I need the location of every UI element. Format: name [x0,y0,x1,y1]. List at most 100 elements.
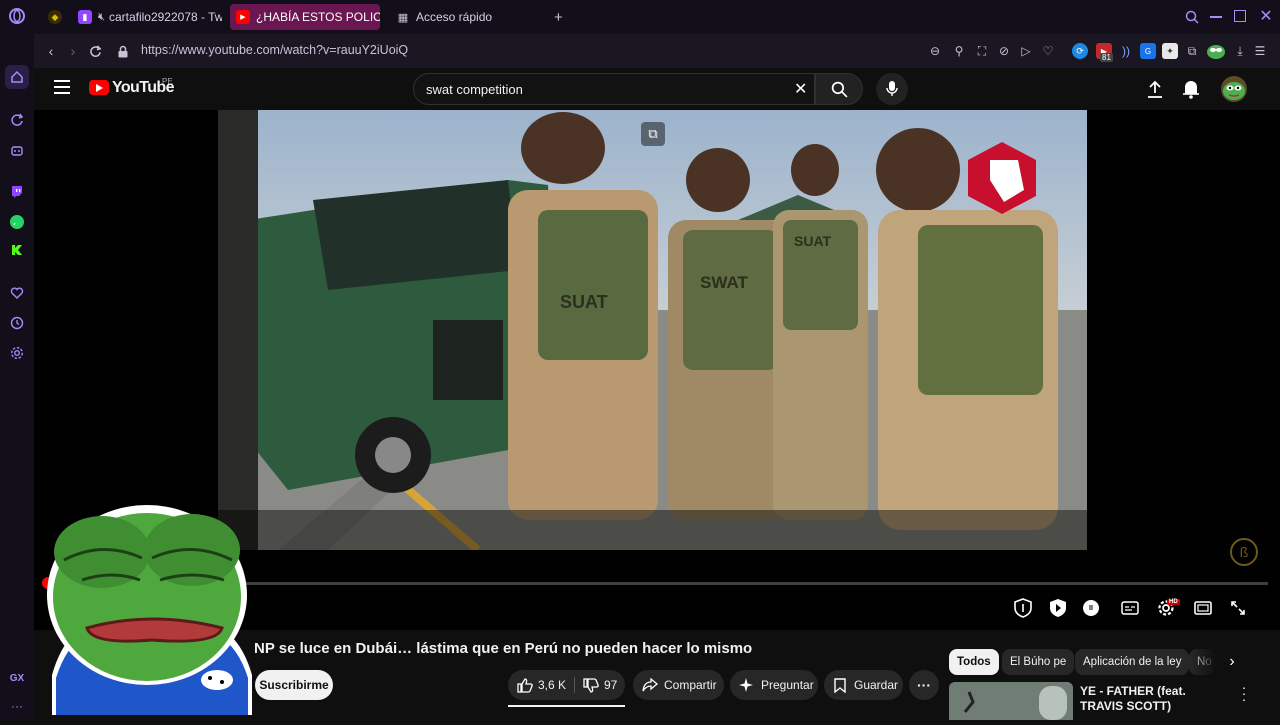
heart-icon[interactable] [7,283,27,303]
pepe-face-icon [47,505,252,715]
youtube-logo-icon[interactable] [89,80,109,95]
translate-icon[interactable]: G [1140,43,1156,59]
sponsor-block-icon[interactable] [1012,597,1034,619]
share-icon [642,678,658,692]
shield-play-icon[interactable] [1047,597,1069,619]
history-icon[interactable] [7,313,27,333]
minimize-button[interactable] [1210,16,1222,18]
pepe-profile-icon[interactable] [1206,42,1226,60]
bookmark-heart-icon[interactable]: ♡ [1040,43,1056,59]
fullscreen-icon[interactable] [1227,597,1249,619]
sparkle-icon [739,678,753,692]
download-icon[interactable]: ⤓ [1232,43,1248,59]
gx-corner-icon[interactable]: ◆ [42,4,66,30]
channel-watermark-icon[interactable]: ß [1230,538,1258,566]
microphone-icon [886,81,898,96]
tab-youtube-active[interactable]: ▶ ¿HABÍA ESTOS POLICÍAS [230,4,380,30]
like-button[interactable]: 3,6 K [508,670,574,700]
dislike-button[interactable]: 97 [575,670,625,700]
bookmark-icon [834,677,846,693]
ai-assistant-icon[interactable] [7,140,27,160]
kick-icon[interactable] [7,240,27,260]
search-tabs-icon[interactable] [1184,9,1200,25]
more-icon[interactable]: ··· [7,696,27,716]
extension-blue-icon[interactable]: ⟳ [1072,43,1088,59]
picture-in-picture-icon[interactable]: ⧉ [641,122,665,146]
video-scene-image: SUAT SWAT SUAT [218,110,1087,550]
voice-search-button[interactable] [876,73,908,105]
tab-label: ¿HABÍA ESTOS POLICÍAS [256,10,380,24]
address-bar: ‹ › https://www.youtube.com/watch?v=rauu… [34,34,1280,68]
home-icon[interactable] [5,65,29,89]
ask-label: Preguntar [761,678,814,692]
chip-todos[interactable]: Todos [949,649,999,675]
tab-label: cartafilo2922078 - Twi [108,10,222,24]
youtube-header: YouTube PE swat competition ✕ [34,68,1280,110]
browser-sidebar: GX ··· [0,0,34,720]
like-count: 3,6 K [538,678,567,692]
pin-icon[interactable]: ⚲ [951,43,967,59]
maximize-button[interactable] [1234,10,1246,22]
extension-badge: 81 [1100,53,1113,62]
avatar[interactable] [1221,76,1247,102]
back-icon[interactable]: ‹ [42,42,60,60]
speaker-muted-icon[interactable]: 🔇︎ [98,11,105,24]
grid-icon: ▦ [397,11,409,24]
ask-button[interactable]: Preguntar [730,670,818,700]
search-query: swat competition [426,82,523,97]
url-field[interactable]: https://www.youtube.com/watch?v=rauuY2iU… [141,43,408,57]
gx-corner-label[interactable]: GX [7,668,27,688]
tab-speed-dial[interactable]: ▦ Acceso rápido [390,4,540,30]
recommended-title[interactable]: YE - FATHER (feat. TRAVIS SCOTT) [1080,684,1220,714]
close-window-button[interactable]: ✕ [1256,6,1276,26]
tab-twitch[interactable]: ▮ 🔇︎ cartafilo2922078 - Twi [72,4,222,30]
lock-icon[interactable] [114,42,132,60]
clear-search-icon[interactable]: ✕ [794,79,807,99]
tab-bar: ◆ ▮ 🔇︎ cartafilo2922078 - Twi ▶ ¿HABÍA E… [34,0,1280,34]
opera-logo-icon[interactable] [7,6,27,26]
chip-el-buho[interactable]: El Búho pe [1002,649,1075,675]
ad-block-icon[interactable]: ⊘ [996,43,1012,59]
theater-mode-icon[interactable] [1192,597,1214,619]
like-ratio-bar [508,705,625,707]
autoplay-toggle[interactable]: II [1080,597,1102,619]
share-button[interactable]: Compartir [633,670,724,700]
chips-next-icon[interactable]: › [1224,654,1240,670]
subscribe-button[interactable]: Suscribirme [255,670,333,700]
save-button[interactable]: Guardar [824,670,903,700]
extensions-puzzle-icon[interactable]: ⧉ [1184,43,1200,59]
guide-menu-icon[interactable] [54,80,70,94]
subtitles-icon[interactable] [1119,597,1141,619]
reload-icon[interactable] [86,42,104,60]
recommended-thumbnail[interactable] [949,682,1073,720]
chips-fade [1190,649,1250,675]
browser-menu-icon[interactable]: ☰ [1252,43,1268,59]
player-icon[interactable]: ▷ [1018,43,1034,59]
notifications-bell-icon[interactable] [1182,79,1200,99]
snapshot-icon[interactable]: ⛶ [974,43,990,59]
share-label: Compartir [664,678,717,692]
chip-ley[interactable]: Aplicación de la ley [1075,649,1190,675]
game-icon: ◆ [48,10,62,24]
audio-extension-icon[interactable]: )) [1118,43,1134,59]
dislike-count: 97 [604,678,618,692]
search-button[interactable] [815,73,863,105]
vest-text: SUAT [794,233,832,249]
settings-icon[interactable] [7,343,27,363]
thumbs-down-icon [583,677,599,693]
new-tab-button[interactable]: + [548,4,570,30]
search-input[interactable]: swat competition ✕ [413,73,815,105]
forward-icon[interactable]: › [64,42,82,60]
like-dislike-group: 3,6 K 97 [508,670,625,700]
twitch-icon[interactable] [7,182,27,202]
refresh-feed-icon[interactable] [7,110,27,130]
recommended-menu-icon[interactable]: · · · [1238,680,1250,706]
whatsapp-icon[interactable] [7,212,27,232]
more-actions-button[interactable]: ··· [909,670,939,700]
upload-icon[interactable] [1146,79,1164,99]
extension-grid-icon[interactable]: ✦ [1162,43,1178,59]
vest-text: SWAT [700,273,748,292]
zoom-out-icon[interactable]: ⊖ [927,43,943,59]
tab-label: Acceso rápido [416,10,493,24]
video-frame[interactable]: SUAT SWAT SUAT ⧉ [218,110,1087,550]
